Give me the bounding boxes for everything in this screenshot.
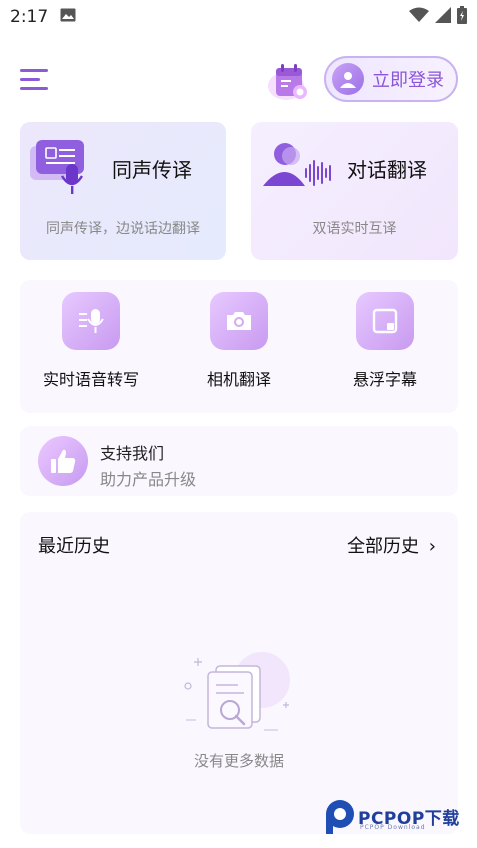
support-subtitle: 助力产品升级 <box>100 470 197 489</box>
tools-panel: 实时语音转写 相机翻译 悬浮字幕 <box>20 280 458 413</box>
tool-label: 实时语音转写 <box>42 370 139 389</box>
tool-floating-subtitle[interactable]: 悬浮字幕 <box>330 292 440 402</box>
simultaneous-subtitle: 同声传译，边说话边翻译 <box>46 221 200 237</box>
tool-label: 相机翻译 <box>206 370 271 389</box>
all-history-label: 全部历史 <box>347 536 420 557</box>
login-button[interactable]: 立即登录 <box>324 56 458 102</box>
support-title: 支持我们 <box>100 444 165 463</box>
dialog-title: 对话翻译 <box>347 158 427 182</box>
chevron-right-icon: › <box>428 536 436 557</box>
login-label: 立即登录 <box>372 70 444 91</box>
dialog-translation-card[interactable]: 对话翻译 双语实时互译 <box>251 122 458 260</box>
battery-icon <box>457 5 467 29</box>
status-time: 2:17 <box>10 7 49 27</box>
support-us-card[interactable]: 支持我们 助力产品升级 <box>20 426 458 496</box>
dialog-subtitle: 双语实时互译 <box>312 221 397 237</box>
empty-state-text: 没有更多数据 <box>193 752 284 770</box>
signal-icon <box>435 6 451 28</box>
menu-button[interactable] <box>20 67 50 91</box>
watermark-sub: PCPOP Download <box>360 824 426 831</box>
voice-person-icon <box>263 143 331 186</box>
pcpop-logo-icon <box>326 800 354 834</box>
microphone-screen-icon <box>30 140 84 194</box>
tool-label: 悬浮字幕 <box>352 370 417 389</box>
menu-line <box>20 78 40 81</box>
tool-voice-transcribe[interactable]: 实时语音转写 <box>36 292 146 402</box>
all-history-link[interactable]: 全部历史 › <box>347 532 436 558</box>
pcpop-watermark: PCPOP下载 PCPOP Download <box>322 798 472 838</box>
empty-document-icon <box>184 652 290 731</box>
image-notification-icon <box>60 7 76 27</box>
status-icons <box>409 5 467 29</box>
camera-icon <box>210 292 268 350</box>
schedule-button[interactable] <box>266 62 314 102</box>
menu-line <box>20 69 48 72</box>
status-bar: 2:17 <box>0 0 477 34</box>
thumbs-up-icon <box>38 436 88 486</box>
simultaneous-title: 同声传译 <box>112 158 192 182</box>
voice-transcribe-icon <box>62 292 120 350</box>
recent-history-panel: 最近历史 全部历史 › 没有更多数据 <box>20 512 458 834</box>
menu-line <box>20 87 48 90</box>
simultaneous-interpretation-card[interactable]: 同声传译 同声传译，边说话边翻译 <box>20 122 226 260</box>
user-avatar-icon <box>332 63 364 95</box>
tool-camera-translate[interactable]: 相机翻译 <box>184 292 294 402</box>
wifi-icon <box>409 7 429 28</box>
calendar-icon <box>268 64 307 100</box>
app-header: 立即登录 <box>0 56 477 104</box>
history-title: 最近历史 <box>38 536 110 557</box>
floating-window-icon <box>356 292 414 350</box>
